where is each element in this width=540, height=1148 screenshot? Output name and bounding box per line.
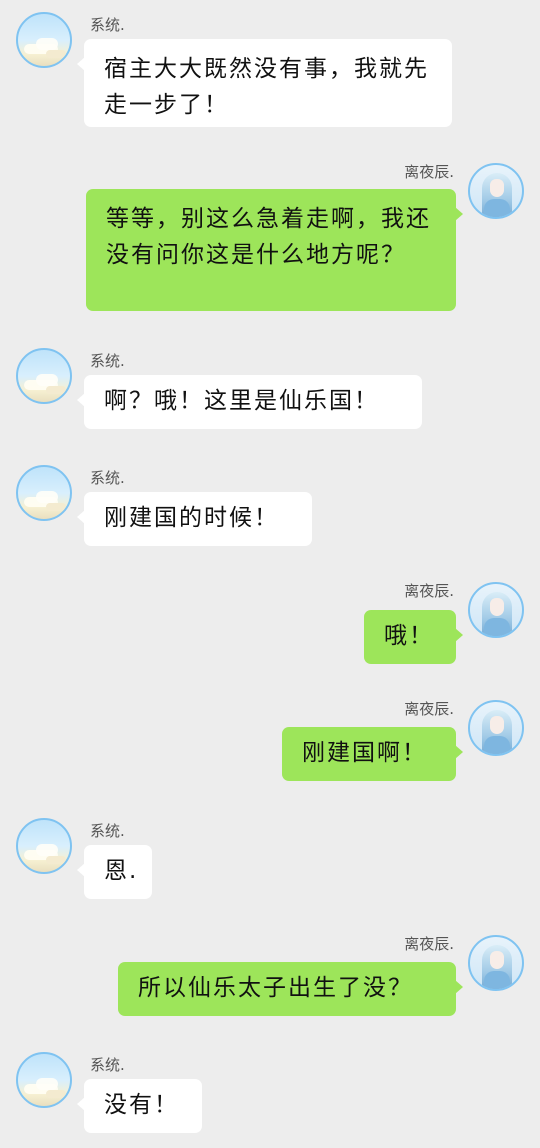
sender-name: 系统. <box>90 16 125 34</box>
message-bubble[interactable]: 没有！ <box>77 1079 202 1133</box>
sender-name: 系统. <box>90 469 125 487</box>
anime-character-avatar-icon[interactable] <box>468 700 524 756</box>
message-bubble[interactable]: 恩. <box>77 845 152 899</box>
sender-name: 系统. <box>90 1056 125 1074</box>
message-bubble[interactable]: 宿主大大既然没有事，我就先走一步了！ <box>77 39 452 127</box>
anime-character-avatar-icon[interactable] <box>468 935 524 991</box>
message-bubble[interactable]: 刚建国啊！ <box>282 727 463 781</box>
message-bubble[interactable]: 刚建国的时候！ <box>77 492 312 546</box>
sender-name: 系统. <box>90 352 125 370</box>
sender-name: 离夜辰. <box>404 582 454 600</box>
sky-clouds-avatar-icon[interactable] <box>16 818 72 874</box>
sky-clouds-avatar-icon[interactable] <box>16 12 72 68</box>
sender-name: 离夜辰. <box>404 163 454 181</box>
message-bubble[interactable]: 等等，别这么急着走啊，我还没有问你这是什么地方呢？ <box>86 189 463 311</box>
message-bubble[interactable]: 啊？哦！这里是仙乐国！ <box>77 375 422 429</box>
sky-clouds-avatar-icon[interactable] <box>16 1052 72 1108</box>
chat-window: 系统. 宿主大大既然没有事，我就先走一步了！ 离夜辰. 等等，别这么急着走啊，我… <box>0 0 540 1148</box>
sky-clouds-avatar-icon[interactable] <box>16 348 72 404</box>
sender-name: 离夜辰. <box>404 700 454 718</box>
anime-character-avatar-icon[interactable] <box>468 582 524 638</box>
anime-character-avatar-icon[interactable] <box>468 163 524 219</box>
message-bubble[interactable]: 所以仙乐太子出生了没？ <box>118 962 463 1016</box>
sender-name: 系统. <box>90 822 125 840</box>
message-bubble[interactable]: 哦！ <box>364 610 463 664</box>
sky-clouds-avatar-icon[interactable] <box>16 465 72 521</box>
sender-name: 离夜辰. <box>404 935 454 953</box>
